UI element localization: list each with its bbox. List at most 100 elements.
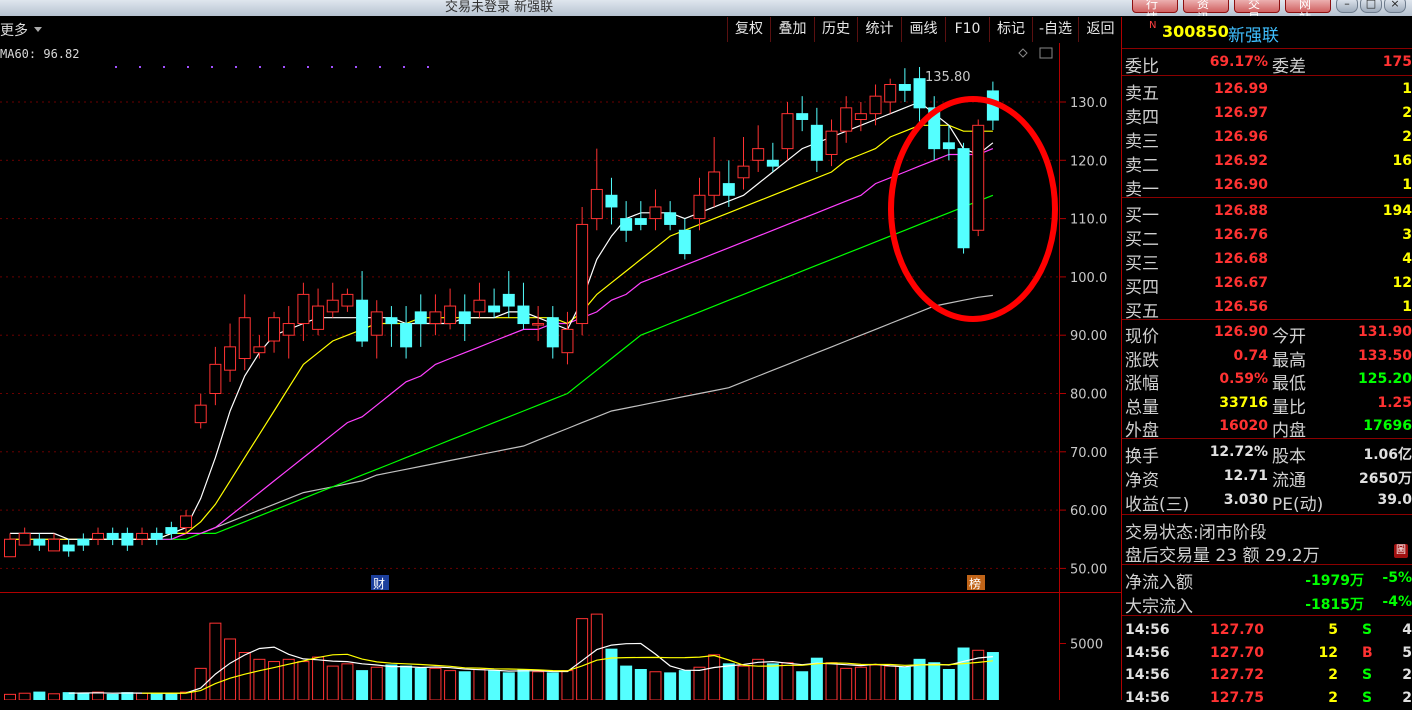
quote-label: 最低 <box>1272 374 1306 394</box>
candle-body <box>121 532 134 546</box>
tool-f10[interactable]: F10 <box>945 17 989 42</box>
ranking-marker[interactable]: 榜 <box>969 576 981 591</box>
quote-value: 133.50 <box>1357 347 1412 364</box>
volume-chart[interactable]: 10000 5000 <box>0 593 1122 700</box>
bid-level-row: 买三 126.68 4 <box>1122 248 1412 274</box>
flow-row: 大宗流入 -1815万 -4% <box>1122 591 1412 617</box>
volume-bar <box>48 693 61 700</box>
flow-row: 净流入额 -1979万 -5% <box>1122 567 1412 593</box>
website-button[interactable]: 网 站 <box>1285 0 1331 16</box>
candle-body <box>561 328 574 354</box>
diamond-icon[interactable] <box>1018 48 1028 58</box>
ask-price: 126.92 <box>1213 153 1268 169</box>
moving-average-lines <box>10 101 994 540</box>
quotes-button[interactable]: 行 情 <box>1132 0 1178 16</box>
candle-body <box>458 311 471 325</box>
ma10-line <box>10 124 993 540</box>
volume-bars <box>4 613 999 700</box>
weibi-value: 69.17% <box>1209 54 1268 70</box>
tool-overlay[interactable]: 叠加 <box>770 17 814 42</box>
candle-body <box>854 113 867 120</box>
tool-draw-line[interactable]: 画线 <box>901 17 945 42</box>
ask-level-row: 卖五 126.99 1 <box>1122 78 1412 104</box>
signal-dot <box>307 66 309 68</box>
tool-fuquan[interactable]: 复权 <box>727 17 770 42</box>
bid-level-row: 买五 126.56 1 <box>1122 296 1412 322</box>
bid-price: 126.67 <box>1213 275 1268 291</box>
quote-value: 125.20 <box>1357 371 1412 387</box>
quote-panel: N 300850 新强联 委比 69.17% 委差 175 卖五 126.99 1 卖… <box>1122 17 1412 706</box>
volume-bar <box>209 622 222 700</box>
info-icon[interactable]: 圖 <box>1394 544 1408 558</box>
ma20-line <box>10 148 994 540</box>
quote-label: 最高 <box>1272 350 1306 371</box>
candle-body <box>620 218 633 231</box>
quote-label: 现价 <box>1125 327 1159 347</box>
maximize-button[interactable]: □ <box>1360 0 1382 13</box>
volume-bar <box>620 665 633 700</box>
ask-label: 卖三 <box>1125 132 1159 152</box>
more-button[interactable]: 更多 <box>0 20 28 40</box>
candle-body <box>165 527 178 534</box>
ask-label: 卖四 <box>1125 108 1159 128</box>
volume-bar <box>781 662 794 700</box>
candlestick-chart[interactable]: 130.0 120.0 110.0 100.0 90.00 80.00 70.00 60.00… <box>0 44 1122 592</box>
candle-body <box>106 532 119 540</box>
bid-label: 买四 <box>1125 278 1159 298</box>
candle-body <box>136 532 149 540</box>
signal-dot <box>427 66 429 68</box>
stat-label: PE(动) <box>1272 495 1324 515</box>
tick-row: 14:56 127.70 5 S 4 <box>1122 619 1412 642</box>
ask-volume: 16 <box>1392 153 1412 169</box>
bid-volume: 194 <box>1382 203 1412 219</box>
tool-mark[interactable]: 标记 <box>989 17 1032 42</box>
candle-body <box>92 532 105 540</box>
tick-volume: 2 <box>1328 667 1338 683</box>
volume-bar <box>18 692 31 700</box>
chart-divider <box>0 592 1122 593</box>
candle-body <box>33 538 46 546</box>
ma60-line <box>200 294 993 534</box>
volume-bar <box>165 692 178 700</box>
ask-label: 卖二 <box>1125 156 1159 176</box>
close-icon: × <box>1390 0 1400 10</box>
tool-back[interactable]: 返回 <box>1078 17 1122 42</box>
bid-price: 126.76 <box>1213 227 1268 243</box>
ask-price: 126.90 <box>1213 177 1268 193</box>
price-axis-label: 70.00 <box>1070 446 1107 461</box>
candle-body <box>253 346 266 354</box>
new-listing-mark: N <box>1149 20 1157 31</box>
tool-watchlist[interactable]: -自选 <box>1032 17 1078 42</box>
close-button[interactable]: × <box>1384 0 1406 13</box>
tool-history[interactable]: 历史 <box>814 17 857 42</box>
volume-bar <box>370 666 383 700</box>
volume-bar <box>884 665 897 700</box>
candle-body <box>48 538 61 552</box>
ask-price: 126.96 <box>1213 129 1268 145</box>
price-axis-label: 110.0 <box>1070 213 1107 228</box>
volume-bar <box>341 663 354 700</box>
news-button[interactable]: 资 讯 <box>1183 0 1229 16</box>
minimize-icon: – <box>1344 0 1350 10</box>
trade-button[interactable]: 交 易 <box>1234 0 1280 16</box>
tick-side: S <box>1362 622 1373 638</box>
candle-body <box>664 212 677 225</box>
minimize-button[interactable]: – <box>1336 0 1358 13</box>
bid-label: 买二 <box>1125 230 1159 250</box>
candle-body <box>576 223 589 325</box>
price-axis-label: 80.00 <box>1070 388 1107 403</box>
candle-body <box>444 305 457 325</box>
bid-level-row: 买一 126.88 194 <box>1122 200 1412 226</box>
stat-label: 流通 <box>1272 471 1306 491</box>
ask-price: 126.97 <box>1213 105 1268 121</box>
finance-marker[interactable]: 财 <box>373 577 385 591</box>
separator <box>1122 438 1412 439</box>
volume-bar <box>502 672 515 700</box>
signal-dot <box>331 66 333 68</box>
quote-value: 33716 <box>1219 394 1268 411</box>
volume-bar <box>136 692 149 700</box>
candle-body <box>869 95 882 115</box>
window-icon[interactable] <box>1039 47 1053 59</box>
tool-statistics[interactable]: 统计 <box>857 17 901 42</box>
volume-bar <box>62 692 75 700</box>
